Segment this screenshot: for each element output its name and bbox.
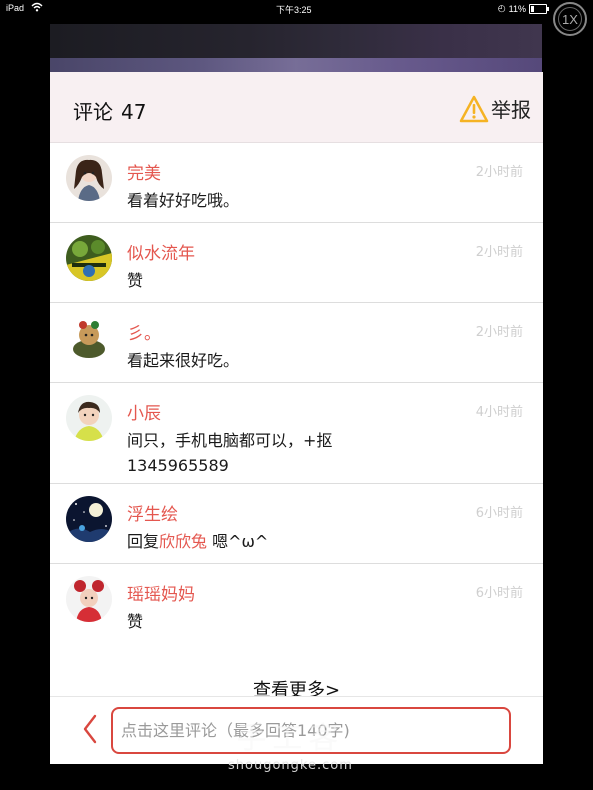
comment-username[interactable]: 完美 [127,159,161,184]
comment-list: 完美 2小时前 看着好好吃哦。 似水流年 2小时前 赞 彡。 2小时前 看起来很… [50,143,543,644]
page-title: 评论 47 [73,96,146,125]
screen: iPad 下午3:25 ◴ 11% 1X 评论 47 举报 完美 2小时前 看着… [0,0,593,790]
comment-text-line: 1345965589 [127,456,229,475]
battery-percent: 11% [508,3,526,14]
avatar-boy-icon [66,395,112,441]
wifi-icon [31,2,43,12]
comment-time: 2小时前 [475,165,523,180]
avatar[interactable] [66,315,112,361]
avatar[interactable] [66,155,112,201]
backdrop-image [50,24,542,72]
avatar-toy-icon [66,315,112,361]
comment-text: 回复欣欣兔 嗯^ω^ [127,529,457,554]
comment-item[interactable]: 完美 2小时前 看着好好吃哦。 [50,143,543,223]
status-time: 下午3:25 [276,5,312,15]
comment-username[interactable]: 小辰 [127,399,161,424]
comment-text: 看起来很好吃。 [127,351,240,370]
battery-icon [529,3,549,14]
comment-text: 赞 [127,271,144,290]
warning-icon [459,95,489,122]
comment-item[interactable]: 彡。 2小时前 看起来很好吃。 [50,303,543,383]
comment-username[interactable]: 浮生绘 [127,500,178,525]
comment-input-bar [50,696,543,764]
avatar[interactable] [66,576,112,622]
reply-prefix: 回复 [127,532,160,551]
comments-panel: 评论 47 举报 完美 2小时前 看着好好吃哦。 似水流年 2小时前 赞 彡。 … [50,72,543,764]
clock-icon: ◴ [497,3,506,13]
panel-header: 评论 47 举报 [50,72,543,143]
comment-count: 47 [121,100,147,124]
comment-item[interactable]: 小辰 4小时前 间只，手机电脑都可以，+抠 1345965589 [50,383,543,484]
comment-text: 看着好好吃哦。 [127,191,240,210]
comment-time: 6小时前 [475,586,523,601]
comment-item[interactable]: 似水流年 2小时前 赞 [50,223,543,303]
avatar[interactable] [66,395,112,441]
avatar[interactable] [66,496,112,542]
title-text: 评论 [73,100,113,124]
comment-username[interactable]: 似水流年 [127,239,195,264]
comment-time: 6小时前 [475,506,523,521]
comment-item[interactable]: 瑶瑶妈妈 6小时前 赞 [50,564,543,644]
reply-text: 嗯^ω^ [207,532,269,551]
comment-username[interactable]: 瑶瑶妈妈 [127,580,195,605]
comment-username[interactable]: 彡。 [127,319,161,344]
report-label: 举报 [491,98,531,122]
comment-input[interactable] [111,707,511,754]
avatar-girl-icon [66,155,112,201]
status-bar: iPad 下午3:25 ◴ 11% 1X [0,0,593,36]
avatar-minnie-icon [66,576,112,622]
zoom-button[interactable]: 1X [553,2,587,36]
avatar-green-icon [66,235,112,281]
reply-target-username[interactable]: 欣欣兔 [159,532,207,551]
comment-item[interactable]: 浮生绘 6小时前 回复欣欣兔 嗯^ω^ [50,484,543,564]
avatar[interactable] [66,235,112,281]
status-right: ◴ 11% [497,3,549,14]
comment-text-line: 间只，手机电脑都可以，+抠 [127,431,333,450]
report-button[interactable]: 举报 [459,94,531,123]
comment-text: 间只，手机电脑都可以，+抠 1345965589 [127,428,457,478]
comment-time: 2小时前 [475,245,523,260]
avatar-night-icon [66,496,112,542]
comment-time: 2小时前 [475,325,523,340]
comment-time: 4小时前 [475,405,523,420]
comment-text: 赞 [127,612,144,631]
device-label: iPad [6,3,25,13]
chevron-left-icon[interactable] [82,713,98,745]
